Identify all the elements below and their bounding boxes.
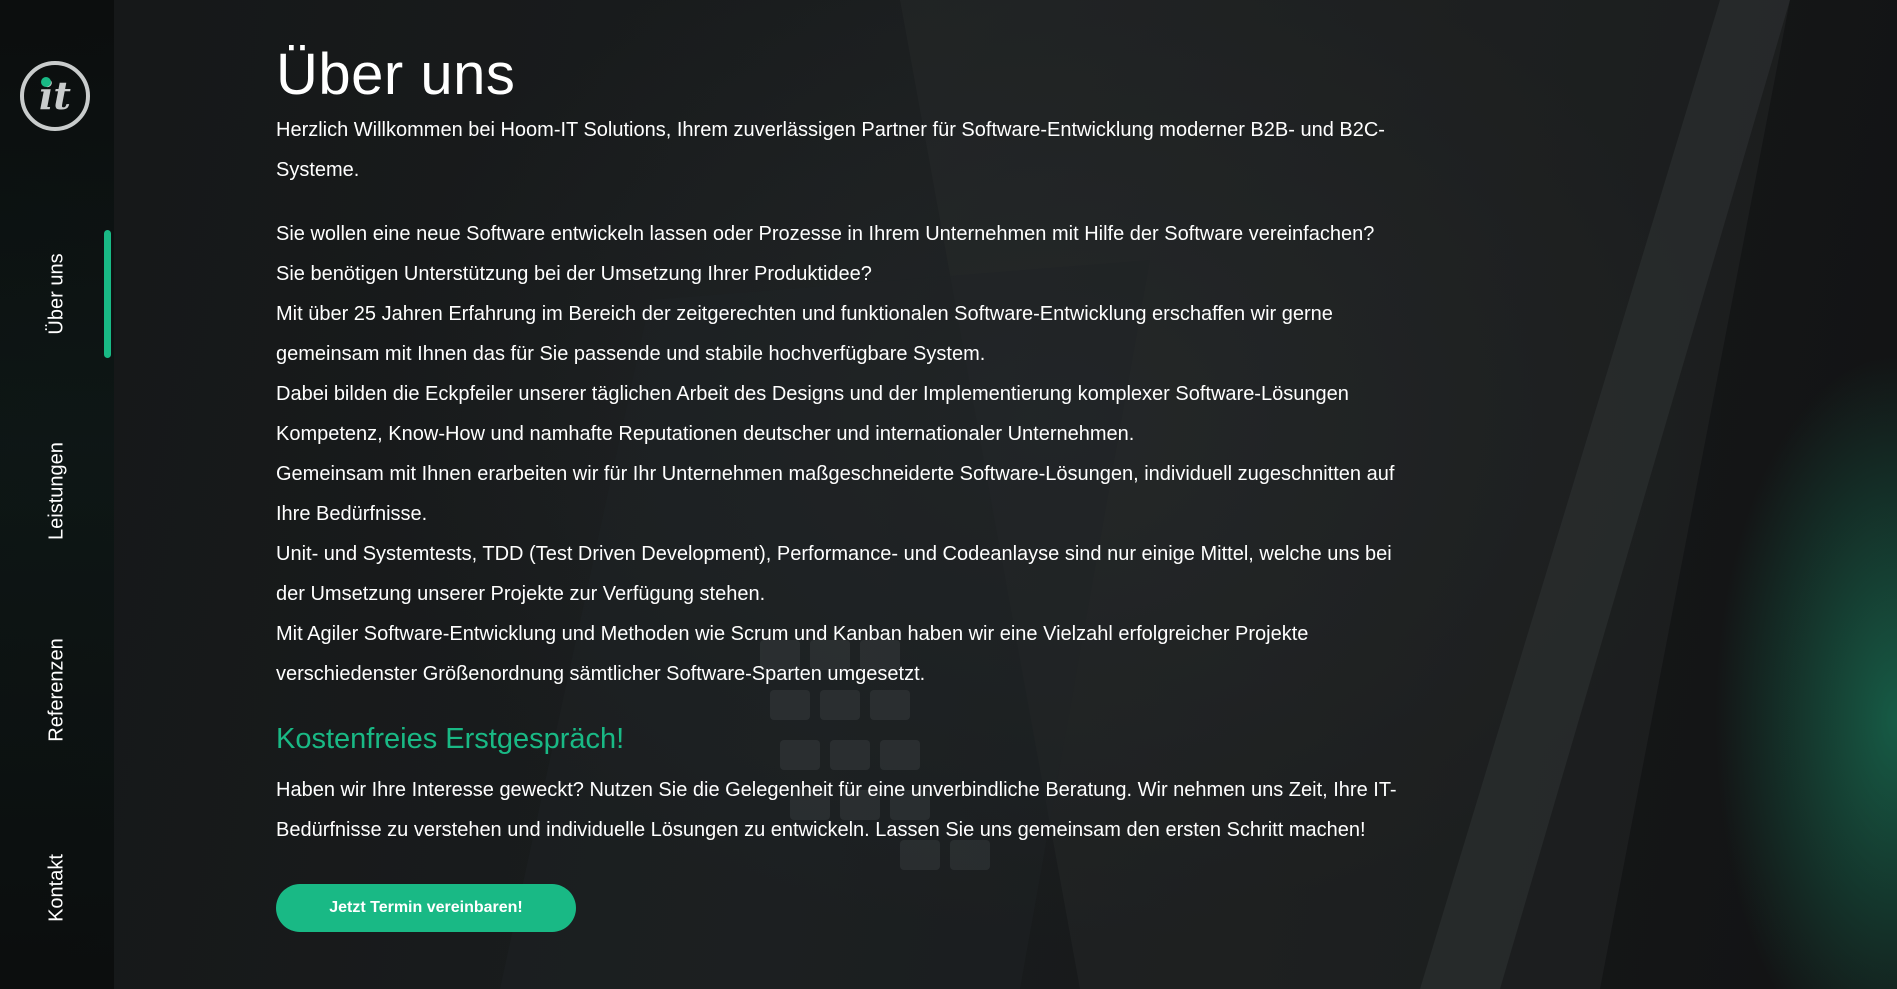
page: it Über uns Leistungen Referenzen Kontak… bbox=[0, 0, 1897, 989]
about-paragraph: Mit Agiler Software-Entwicklung und Meth… bbox=[276, 623, 1309, 685]
consultation-heading: Kostenfreies Erstgespräch! bbox=[276, 723, 625, 755]
consultation-paragraph: Haben wir Ihre Interesse geweckt? Nutzen… bbox=[276, 779, 1397, 841]
main-content: Über uns Herzlich Willkommen bei Hoom-IT… bbox=[276, 40, 1426, 932]
nav-item-kontakt[interactable]: Kontakt bbox=[46, 854, 69, 922]
nav-active-indicator bbox=[104, 230, 111, 358]
nav-item-ueber-uns[interactable]: Über uns bbox=[46, 253, 69, 334]
book-appointment-button[interactable]: Jetzt Termin vereinbaren! bbox=[276, 884, 576, 932]
nav-item-leistungen[interactable]: Leistungen bbox=[46, 442, 69, 540]
nav-item-referenzen[interactable]: Referenzen bbox=[46, 638, 69, 741]
sidebar: it Über uns Leistungen Referenzen Kontak… bbox=[0, 0, 114, 989]
about-paragraph: Sie wollen eine neue Software entwickeln… bbox=[276, 223, 1375, 245]
about-text-block: Sie wollen eine neue Software entwickeln… bbox=[276, 214, 1426, 694]
about-paragraph: Gemeinsam mit Ihnen erarbeiten wir für I… bbox=[276, 463, 1395, 525]
about-paragraph: Sie benötigen Unterstützung bei der Umse… bbox=[276, 263, 872, 285]
intro-paragraph: Herzlich Willkommen bei Hoom-IT Solution… bbox=[276, 119, 1385, 181]
page-title: Über uns bbox=[276, 42, 516, 107]
logo-icon[interactable]: it bbox=[19, 60, 91, 132]
about-paragraph: Unit- und Systemtests, TDD (Test Driven … bbox=[276, 543, 1392, 605]
about-paragraph: Dabei bilden die Eckpfeiler unserer tägl… bbox=[276, 383, 1349, 445]
about-paragraph: Mit über 25 Jahren Erfahrung im Bereich … bbox=[276, 303, 1333, 365]
